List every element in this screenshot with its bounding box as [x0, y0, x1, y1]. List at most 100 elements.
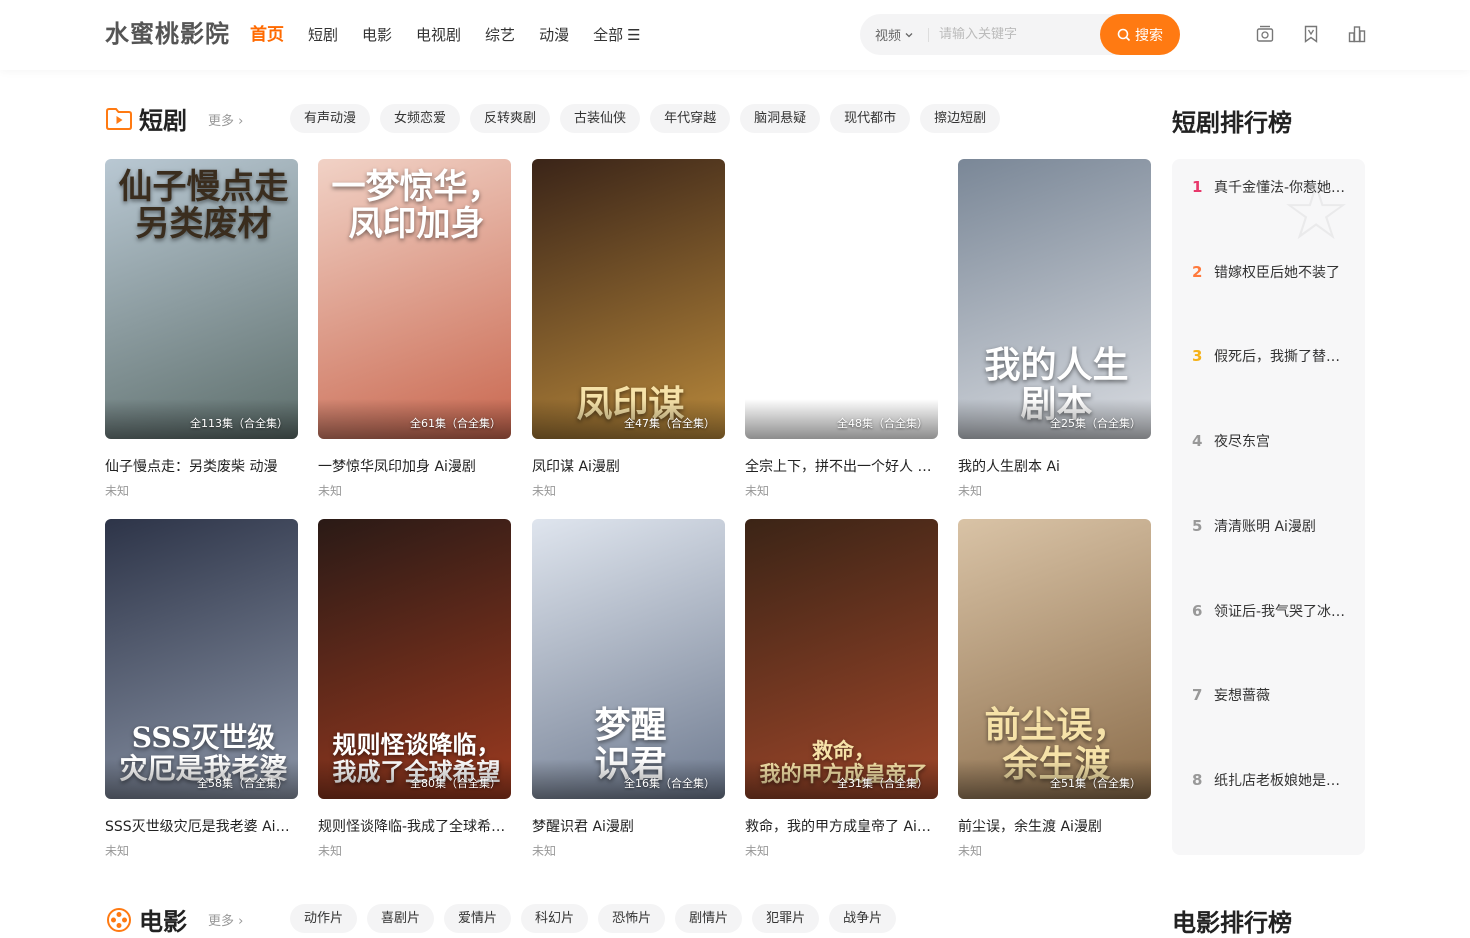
drama-card[interactable]: 仙子慢点走 另类废材 全113集（合全集） 仙子慢点走：另类废柴 动漫未知	[105, 159, 298, 499]
nav-anime[interactable]: 动漫	[539, 24, 569, 46]
nav-tv[interactable]: 电视剧	[416, 24, 461, 46]
card-title[interactable]: 我的人生剧本 Ai	[958, 456, 1151, 476]
category-tag[interactable]: 战争片	[829, 904, 897, 933]
search-input[interactable]	[939, 27, 1099, 42]
category-tag[interactable]: 恐怖片	[598, 904, 666, 933]
episode-count: 全58集（合全集）	[197, 777, 288, 790]
poster-image[interactable]: SSS灭世级 灾厄是我老婆全58集（合全集）	[105, 519, 298, 799]
drama-card[interactable]: 全48集（合全集） 全宗上下，拼不出一个好人 Ai漫剧未知	[745, 159, 938, 499]
rank-label: 错嫁权臣后她不装了	[1214, 264, 1340, 281]
nav-all[interactable]: 全部 ☰	[593, 24, 640, 46]
drama-card[interactable]: 梦醒 识君全16集（合全集） 梦醒识君 Ai漫剧未知	[532, 519, 725, 859]
rank-item[interactable]: 7 妄想蔷薇	[1192, 685, 1352, 705]
movies-more-link[interactable]: 更多 ›	[208, 910, 243, 929]
card-title[interactable]: 仙子慢点走：另类废柴 动漫	[105, 456, 298, 476]
rank-number: 7	[1192, 686, 1203, 705]
main-nav: 首页 短剧 电影 电视剧 综艺 动漫 全部 ☰	[250, 24, 665, 46]
movies-rank-title: 电影排行榜	[1172, 909, 1292, 937]
category-tag[interactable]: 犯罪片	[752, 904, 820, 933]
movies-heading: 电影	[105, 902, 187, 937]
poster-image[interactable]: 我的人生 剧本全25集（合全集）	[958, 159, 1151, 439]
poster-image[interactable]: 一梦惊华， 凤印加身 全61集（合全集）	[318, 159, 511, 439]
category-tag[interactable]: 脑洞悬疑	[740, 104, 821, 133]
card-title[interactable]: 一梦惊华凤印加身 Ai漫剧	[318, 456, 511, 476]
more-label: 更多	[208, 114, 235, 129]
category-tag[interactable]: 动作片	[290, 904, 358, 933]
rank-item[interactable]: 3 假死后，我撕了替…	[1192, 346, 1352, 366]
poster-image[interactable]: 规则怪谈降临， 我成了全球希望全80集（合全集）	[318, 519, 511, 799]
chevron-right-icon: ›	[238, 114, 244, 129]
drama-card[interactable]: 规则怪谈降临， 我成了全球希望全80集（合全集） 规则怪谈降临-我成了全球希望 A…	[318, 519, 511, 859]
rank-item[interactable]: 1 真千金懂法-你惹她…	[1192, 177, 1352, 197]
card-subtitle: 未知	[105, 484, 130, 498]
nav-variety[interactable]: 综艺	[485, 24, 515, 46]
card-title[interactable]: 凤印谋 Ai漫剧	[532, 456, 725, 476]
more-label: 更多	[208, 914, 235, 929]
history-icon[interactable]	[1255, 24, 1275, 44]
rank-number: 1	[1192, 178, 1203, 196]
poster-image[interactable]: 仙子慢点走 另类废材 全113集（合全集）	[105, 159, 298, 439]
drama-card[interactable]: 前尘误， 余生渡全51集（合全集） 前尘误，余生渡 Ai漫剧未知	[958, 519, 1151, 859]
category-tag[interactable]: 擦边短剧	[920, 104, 1001, 133]
card-title[interactable]: 梦醒识君 Ai漫剧	[532, 816, 725, 836]
rank-item[interactable]: 8 纸扎店老板娘她是…	[1192, 770, 1352, 790]
poster-image[interactable]: 救命， 我的甲方成皇帝了全31集（合全集）	[745, 519, 938, 799]
bookmark-icon[interactable]	[1301, 24, 1321, 44]
rank-label: 真千金懂法-你惹她…	[1214, 180, 1346, 196]
drama-card[interactable]: 凤印谋全47集（合全集） 凤印谋 Ai漫剧未知	[532, 159, 725, 499]
rank-item[interactable]: 6 领证后-我气哭了冰…	[1192, 601, 1352, 621]
nav-movies[interactable]: 电影	[362, 24, 392, 46]
search-button[interactable]: 搜索	[1100, 14, 1180, 55]
card-title[interactable]: 全宗上下，拼不出一个好人 Ai漫剧	[745, 456, 938, 476]
category-tag[interactable]: 有声动漫	[290, 104, 371, 133]
card-title[interactable]: SSS灭世级灾厄是我老婆 Ai漫剧	[105, 816, 298, 836]
episode-count: 全113集（合全集）	[190, 417, 288, 430]
category-tag[interactable]: 喜剧片	[367, 904, 435, 933]
play-folder-icon	[106, 107, 132, 130]
site-logo[interactable]: 水蜜桃影院	[105, 14, 230, 49]
short-drama-more-link[interactable]: 更多 ›	[208, 110, 243, 129]
poster-image[interactable]: 前尘误， 余生渡全51集（合全集）	[958, 519, 1151, 799]
movies-title: 电影	[139, 908, 187, 936]
episode-count: 全16集（合全集）	[624, 777, 715, 790]
rank-item[interactable]: 4 夜尽东宫	[1192, 431, 1352, 451]
poster-image[interactable]: 全48集（合全集）	[745, 159, 938, 439]
category-tag[interactable]: 爱情片	[444, 904, 512, 933]
card-title[interactable]: 规则怪谈降临-我成了全球希望 Ai漫剧	[318, 816, 511, 836]
category-tag[interactable]: 女频恋爱	[380, 104, 461, 133]
card-subtitle: 未知	[958, 844, 983, 858]
category-tag[interactable]: 反转爽剧	[470, 104, 551, 133]
menu-icon: ☰	[627, 26, 641, 44]
category-tag[interactable]: 剧情片	[675, 904, 743, 933]
poster-image[interactable]: 梦醒 识君全16集（合全集）	[532, 519, 725, 799]
poster-title-art: 一梦惊华， 凤印加身	[331, 167, 502, 245]
search-type-select[interactable]: 视频	[860, 25, 928, 44]
nav-home[interactable]: 首页	[250, 24, 284, 46]
episode-count: 全51集（合全集）	[1050, 777, 1141, 790]
card-title[interactable]: 前尘误，余生渡 Ai漫剧	[958, 816, 1151, 836]
rank-number: 8	[1192, 770, 1203, 789]
rank-item[interactable]: 2 错嫁权臣后她不装了	[1192, 262, 1352, 282]
drama-card[interactable]: SSS灭世级 灾厄是我老婆全58集（合全集） SSS灭世级灾厄是我老婆 Ai漫剧未…	[105, 519, 298, 859]
rank-item[interactable]: 5 清清账明 Ai漫剧	[1192, 516, 1352, 536]
nav-short-drama[interactable]: 短剧	[308, 24, 338, 46]
card-title[interactable]: 救命，我的甲方成皇帝了 Ai漫剧	[745, 816, 938, 836]
poster-image[interactable]: 凤印谋全47集（合全集）	[532, 159, 725, 439]
category-tag[interactable]: 年代穿越	[650, 104, 731, 133]
rank-number: 2	[1192, 262, 1203, 281]
category-tag[interactable]: 现代都市	[830, 104, 911, 133]
ranking-icon[interactable]	[1347, 24, 1367, 44]
search-button-label: 搜索	[1135, 27, 1163, 44]
movies-tags: 动作片 喜剧片 爱情片 科幻片 恐怖片 剧情片 犯罪片 战争片	[290, 904, 897, 933]
category-tag[interactable]: 科幻片	[521, 904, 589, 933]
drama-card[interactable]: 一梦惊华， 凤印加身 全61集（合全集） 一梦惊华凤印加身 Ai漫剧 未知	[318, 159, 511, 499]
drama-card[interactable]: 我的人生 剧本全25集（合全集） 我的人生剧本 Ai 未知	[958, 159, 1151, 499]
card-subtitle: 未知	[105, 844, 130, 858]
drama-card[interactable]: 救命， 我的甲方成皇帝了全31集（合全集） 救命，我的甲方成皇帝了 Ai漫剧未知	[745, 519, 938, 859]
nav-all-label: 全部	[593, 26, 624, 44]
film-reel-icon	[107, 907, 131, 932]
rank-label: 假死后，我撕了替…	[1214, 349, 1340, 366]
card-subtitle: 未知	[745, 484, 770, 498]
rank-number: 3	[1192, 347, 1203, 366]
category-tag[interactable]: 古装仙侠	[560, 104, 641, 133]
